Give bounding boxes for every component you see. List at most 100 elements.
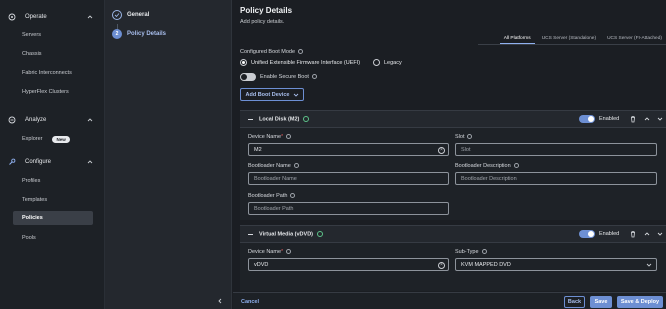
tab-all-platforms[interactable]: All Platforms — [499, 34, 535, 44]
nav-item-policies[interactable]: Policies — [13, 211, 93, 225]
enabled-label: Enabled — [599, 116, 620, 122]
input-placeholder: Bootloader Path — [254, 205, 294, 212]
tab-ucs-fi-attached[interactable]: UCS Server (FI-Attached) — [603, 34, 666, 44]
local-disk-enabled-toggle[interactable] — [579, 115, 595, 123]
step-number: 2 — [112, 29, 122, 39]
info-icon — [286, 249, 292, 255]
virtual-media-card-body: Device Name* vDVD × Sub-Type KVM MAPPED … — [240, 243, 666, 291]
bootloader-description-label: Bootloader Description — [455, 163, 519, 169]
slot-input[interactable]: Slot — [455, 143, 657, 156]
radio-unselected-icon — [373, 59, 380, 66]
select-value: KVM MAPPED DVD — [461, 261, 511, 268]
boot-mode-label: Configured Boot Mode — [240, 49, 304, 55]
info-icon — [290, 193, 296, 199]
platform-tabs: All Platforms UCS Server (Standalone) UC… — [497, 34, 666, 44]
nav-section-operate[interactable]: Operate — [8, 11, 94, 23]
chevron-left-icon[interactable] — [216, 297, 224, 305]
nav-section-analyze[interactable]: Analyze — [8, 114, 94, 126]
add-boot-device-button[interactable]: Add Boot Device — [240, 88, 304, 101]
bootloader-description-input[interactable]: Bootloader Description — [455, 172, 657, 185]
label-text: Device Name — [248, 134, 282, 140]
clear-icon[interactable]: × — [438, 146, 445, 154]
nav-section-label: Configure — [25, 159, 52, 165]
clear-icon[interactable]: × — [438, 261, 445, 269]
info-icon — [293, 163, 299, 169]
save-and-deploy-button[interactable]: Save & Deploy — [617, 296, 663, 308]
collapse-icon[interactable] — [248, 234, 253, 235]
nav-section-configure[interactable]: Configure — [8, 156, 94, 168]
nav-item-explorer[interactable]: Explorer New — [13, 132, 93, 146]
info-icon — [311, 74, 317, 80]
move-up-icon[interactable] — [643, 115, 651, 123]
input-placeholder: Slot — [461, 146, 471, 153]
collapse-icon[interactable] — [248, 119, 253, 120]
sub-type-select[interactable]: KVM MAPPED DVD — [455, 258, 657, 271]
success-check-icon — [303, 116, 310, 122]
local-disk-device-name-input[interactable]: M2 × — [248, 143, 449, 156]
move-down-icon[interactable] — [656, 230, 664, 238]
cancel-button[interactable]: Cancel — [238, 296, 262, 308]
boot-mode-label-text: Configured Boot Mode — [240, 49, 296, 55]
step-label: Policy Details — [127, 31, 167, 37]
radio-label: Legacy — [384, 59, 402, 66]
bootloader-name-label: Bootloader Name — [248, 163, 299, 169]
input-value: vDVD — [254, 261, 269, 268]
nav-section-label: Analyze — [25, 117, 47, 123]
label-text: Slot — [455, 134, 465, 140]
radio-uefi[interactable]: Unified Extensible Firmware Interface (U… — [240, 59, 360, 66]
nav-item-label: Explorer — [22, 136, 43, 142]
nav-item-servers[interactable]: Servers — [13, 28, 93, 42]
slot-label: Slot — [455, 134, 473, 140]
move-down-icon[interactable] — [656, 115, 664, 123]
secure-boot-label: Enable Secure Boot — [260, 74, 317, 80]
label-text: Bootloader Path — [248, 193, 288, 199]
input-value: M2 — [254, 146, 262, 153]
label-text: Bootloader Description — [455, 163, 511, 169]
virtual-media-card-header[interactable]: Virtual Media (vDVD) Enabled — [240, 225, 666, 243]
label-text: Sub-Type — [455, 249, 479, 255]
virtual-media-enabled-toggle[interactable] — [579, 230, 595, 238]
trash-icon[interactable] — [629, 230, 637, 238]
input-placeholder: Bootloader Name — [254, 175, 297, 182]
analyze-icon — [8, 116, 16, 124]
trash-icon[interactable] — [629, 115, 637, 123]
nav-item-fabric-interconnects[interactable]: Fabric Interconnects — [13, 66, 93, 80]
nav-item-hyperflex-clusters[interactable]: HyperFlex Clusters — [13, 85, 93, 99]
enabled-label: Enabled — [599, 231, 620, 237]
bootloader-name-input[interactable]: Bootloader Name — [248, 172, 449, 185]
page-subtitle: Add policy details. — [240, 19, 285, 25]
nav-item-profiles[interactable]: Profiles — [13, 174, 93, 188]
step-policy-details[interactable]: 2 Policy Details — [112, 29, 166, 39]
label-text: Device Name — [248, 249, 282, 255]
move-up-icon[interactable] — [643, 230, 651, 238]
nav-item-pools[interactable]: Pools — [13, 231, 93, 245]
card-title-text: Virtual Media (vDVD) — [259, 231, 313, 238]
info-icon — [481, 249, 487, 255]
chevron-up-icon — [87, 15, 93, 19]
step-general[interactable]: General — [112, 10, 149, 20]
nav-item-templates[interactable]: Templates — [13, 193, 93, 207]
save-button[interactable]: Save — [590, 296, 612, 308]
local-disk-card-body: Device Name* M2 × Slot Slot Bootloader N… — [240, 128, 666, 220]
secure-boot-label-text: Enable Secure Boot — [260, 74, 309, 80]
nav-item-chassis[interactable]: Chassis — [13, 47, 93, 61]
info-icon — [286, 134, 292, 140]
secure-boot-toggle[interactable] — [240, 73, 256, 81]
radio-selected-icon — [240, 59, 247, 66]
bootloader-path-label: Bootloader Path — [248, 193, 296, 199]
bootloader-path-input[interactable]: Bootloader Path — [248, 202, 449, 215]
wizard-steps-panel: General 2 Policy Details — [105, 0, 232, 309]
device-name-label: Device Name* — [248, 249, 292, 255]
virtual-media-title: Virtual Media (vDVD) — [259, 231, 323, 237]
chevron-up-icon — [87, 118, 93, 122]
card-title-text: Local Disk (M2) — [259, 116, 300, 123]
back-button[interactable]: Back — [564, 296, 585, 308]
new-badge: New — [52, 135, 70, 143]
virtual-media-device-name-input[interactable]: vDVD × — [248, 258, 449, 271]
tab-ucs-standalone[interactable]: UCS Server (Standalone) — [538, 34, 600, 44]
radio-legacy[interactable]: Legacy — [373, 59, 402, 66]
info-icon — [467, 134, 473, 140]
left-navigation: Operate Servers Chassis Fabric Interconn… — [0, 0, 105, 309]
local-disk-card-header[interactable]: Local Disk (M2) Enabled — [240, 110, 666, 128]
label-text: Bootloader Name — [248, 163, 291, 169]
